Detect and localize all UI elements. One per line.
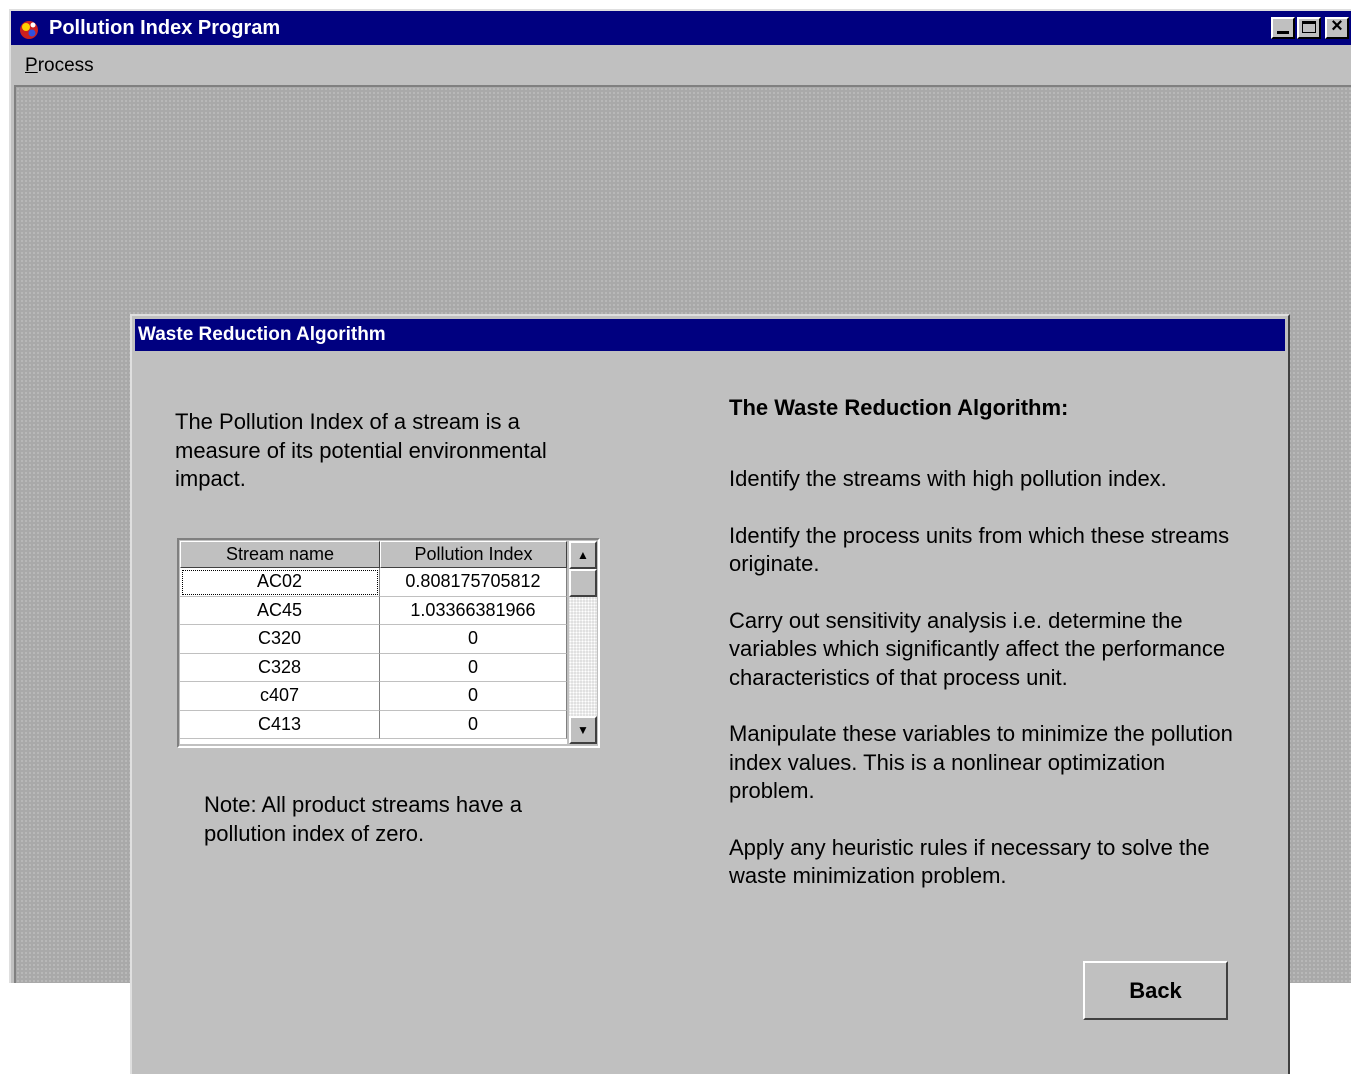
minimize-button[interactable]	[1271, 17, 1295, 39]
cell-pollution-index[interactable]: 0	[380, 625, 567, 654]
table-row[interactable]: C328 0	[180, 653, 567, 682]
arrow-up-icon: ▲	[577, 548, 589, 562]
close-button[interactable]: ×	[1325, 15, 1349, 39]
window-controls: ×	[1271, 15, 1349, 39]
pollution-index-grid[interactable]: Stream name Pollution Index AC02 0.80817…	[177, 538, 600, 748]
table-row[interactable]: c407 0	[180, 682, 567, 711]
intro-text: The Pollution Index of a stream is a mea…	[175, 409, 547, 491]
step-text: Manipulate these variables to minimize t…	[729, 721, 1233, 803]
cell-pollution-index[interactable]: 0	[380, 710, 567, 739]
scroll-down-button[interactable]: ▼	[569, 716, 597, 744]
cell-pollution-index[interactable]: 1.03366381966	[380, 596, 567, 625]
cell-pollution-index[interactable]: 0	[380, 682, 567, 711]
cell-stream-name[interactable]: c407	[180, 682, 380, 711]
menu-bar: Process	[11, 45, 1351, 83]
scroll-thumb[interactable]	[569, 569, 597, 597]
cell-pollution-index[interactable]: 0.808175705812	[380, 568, 567, 597]
header-pollution-index[interactable]: Pollution Index	[380, 541, 567, 568]
minimize-icon	[1277, 31, 1289, 34]
cell-stream-name[interactable]: AC45	[180, 596, 380, 625]
cell-stream-name[interactable]: AC02	[180, 568, 380, 597]
note-text: Note: All product streams have a polluti…	[204, 792, 522, 846]
scroll-up-button[interactable]: ▲	[569, 541, 597, 569]
header-stream-name[interactable]: Stream name	[180, 541, 380, 568]
table-row[interactable]: AC02 0.808175705812	[180, 568, 567, 597]
dialog-title-bar[interactable]: Waste Reduction Algorithm	[135, 319, 1285, 351]
arrow-down-icon: ▼	[577, 723, 589, 737]
maximize-icon	[1302, 21, 1316, 33]
algorithm-heading: The Waste Reduction Algorithm:	[729, 395, 1069, 420]
table-row[interactable]: AC45 1.03366381966	[180, 596, 567, 625]
waste-reduction-dialog: Waste Reduction Algorithm The Pollution …	[130, 314, 1290, 1074]
table-row[interactable]: C413 0	[180, 710, 567, 739]
algorithm-steps: Identify the streams with high pollution…	[729, 465, 1249, 919]
maximize-button[interactable]	[1297, 17, 1321, 39]
close-icon: ×	[1331, 15, 1343, 37]
step-text: Identify the process units from which th…	[729, 522, 1230, 577]
title-bar[interactable]: Pollution Index Program ×	[11, 11, 1351, 45]
back-button[interactable]: Back	[1083, 961, 1228, 1020]
menu-process[interactable]: Process	[25, 55, 94, 77]
mdi-client-area: Waste Reduction Algorithm The Pollution …	[14, 85, 1351, 1074]
step-text: Apply any heuristic rules if necessary t…	[729, 834, 1210, 889]
cell-stream-name[interactable]: C328	[180, 653, 380, 682]
main-window: Pollution Index Program × Process Waste …	[9, 9, 1351, 1074]
grid-body: Stream name Pollution Index AC02 0.80817…	[180, 541, 567, 744]
cell-stream-name[interactable]: C413	[180, 710, 380, 739]
cell-stream-name[interactable]: C320	[180, 625, 380, 654]
app-icon	[20, 21, 38, 39]
dialog-title: Waste Reduction Algorithm	[138, 324, 386, 345]
menu-process-mnemonic: P	[25, 55, 38, 76]
table-row[interactable]: C320 0	[180, 625, 567, 654]
grid-header: Stream name Pollution Index	[180, 541, 567, 568]
step-text: Identify the streams with high pollution…	[729, 466, 1167, 491]
window-title: Pollution Index Program	[49, 17, 281, 39]
step-text: Carry out sensitivity analysis i.e. dete…	[729, 607, 1226, 690]
grid-vertical-scrollbar[interactable]: ▲ ▼	[569, 541, 597, 744]
menu-process-label: rocess	[37, 55, 94, 76]
cell-pollution-index[interactable]: 0	[380, 653, 567, 682]
